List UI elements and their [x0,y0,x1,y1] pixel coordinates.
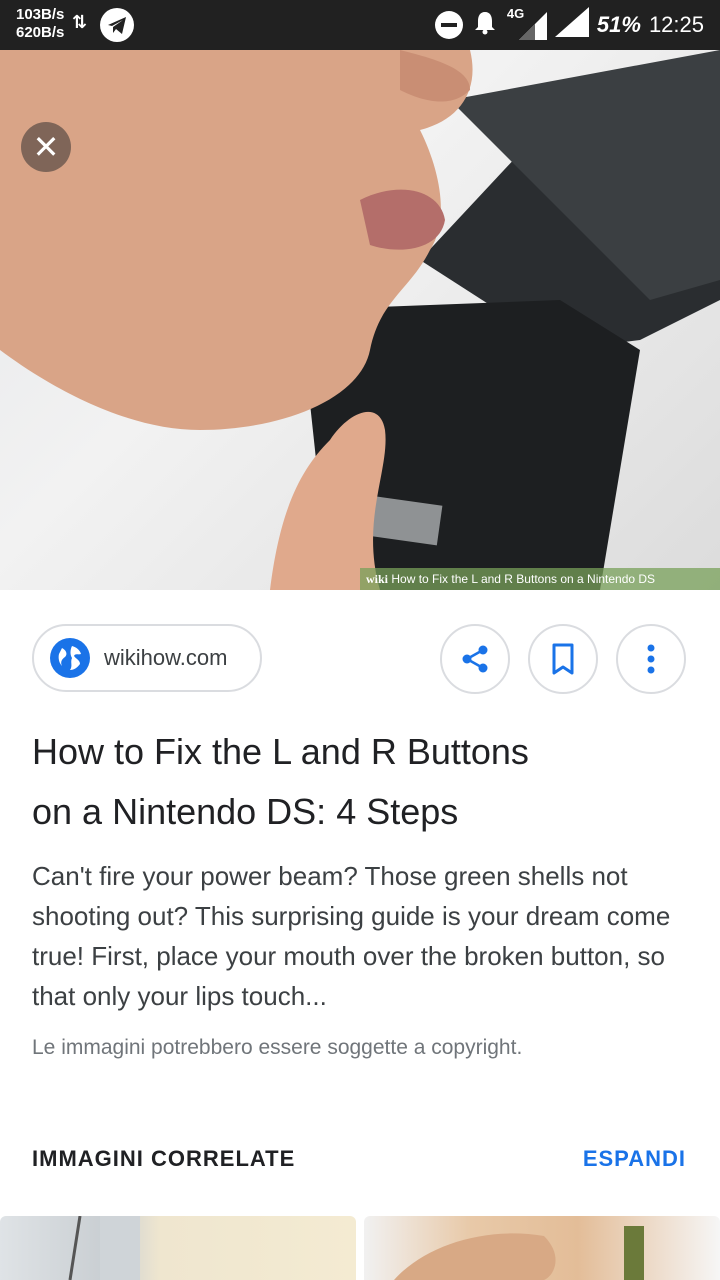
more-options-button[interactable] [616,624,686,694]
related-image-thumbnail[interactable] [0,1216,356,1280]
bookmark-icon [552,643,574,675]
status-right-group: 4G 51% 12:25 [434,0,704,50]
telegram-icon [100,8,134,42]
bookmark-button[interactable] [528,624,598,694]
alarm-icon [471,8,499,42]
expand-button[interactable]: ESPANDI [583,1146,686,1172]
wifi-signal-icon [554,7,589,43]
network-type: 4G [506,6,525,21]
clock: 12:25 [648,12,704,37]
photo-illustration [0,50,720,590]
result-snippet: Can't fire your power beam? Those green … [32,861,671,1011]
result-title-line-1: How to Fix the L and R Buttons [32,731,529,772]
image-watermark: wiki How to Fix the L and R Buttons on a… [360,568,720,590]
watermark-text: How to Fix the L and R Buttons on a Nint… [391,572,656,586]
source-link[interactable]: wikihow.com [32,624,262,692]
net-up-speed: 103B/s [16,6,65,23]
data-transfer-icon: ⇅ [72,12,88,32]
result-title[interactable]: How to Fix the L and R Buttons on a Nint… [32,722,672,842]
watermark-brand: wiki [366,572,389,586]
status-bar: 103B/s 620B/s ⇅ 4G 51% 12:25 [0,0,720,50]
do-not-disturb-icon [434,11,463,39]
source-domain: wikihow.com [104,645,228,670]
preview-image[interactable]: ✕ wiki How to Fix the L and R Buttons on… [0,50,720,590]
result-title-line-2: on a Nintendo DS: 4 Steps [32,791,459,832]
share-icon [462,645,488,673]
related-images-heading: IMMAGINI CORRELATE [32,1146,296,1171]
network-speed: 103B/s 620B/s [16,6,64,42]
more-vert-icon [647,644,655,674]
mobile-signal-icon: 4G [507,6,547,40]
share-button[interactable] [440,624,510,694]
close-icon: ✕ [32,129,60,165]
close-button[interactable]: ✕ [21,122,71,172]
net-down-speed: 620B/s [16,24,65,41]
copyright-notice: Le immagini potrebbero essere soggette a… [32,1036,523,1059]
battery-percent: 51% [596,12,641,37]
related-image-thumbnail[interactable] [364,1216,720,1280]
globe-icon [50,638,90,678]
